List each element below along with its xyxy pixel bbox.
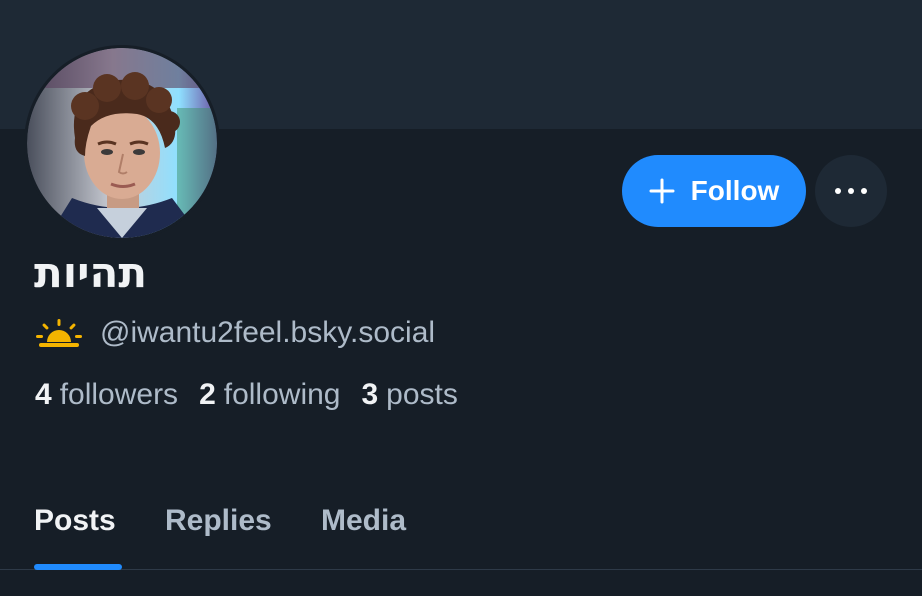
profile-stats: 4 followers 2 following 3 posts (35, 378, 458, 412)
profile-handle[interactable]: @iwantu2feel.bsky.social (100, 316, 435, 350)
profile-tabs: Posts Replies Media (0, 490, 922, 570)
following-count: 2 (199, 378, 216, 411)
more-options-button[interactable] (815, 155, 887, 227)
posts-label: posts (386, 378, 458, 411)
following-label: following (223, 378, 341, 411)
sunrise-icon (36, 319, 82, 347)
plus-icon (649, 178, 675, 204)
active-tab-indicator (34, 564, 122, 570)
ellipsis-icon (835, 188, 867, 194)
handle-row: @iwantu2feel.bsky.social (36, 316, 435, 350)
followers-count: 4 (35, 378, 52, 411)
following-stat[interactable]: 2 following (199, 378, 340, 412)
profile-page: Follow תהיות @iwantu2feel.bsky.social 4f… (0, 0, 922, 596)
followers-stat[interactable]: 4 followers (35, 378, 178, 412)
follow-button[interactable]: Follow (622, 155, 806, 227)
avatar-photo (27, 48, 217, 238)
avatar[interactable] (24, 45, 220, 241)
follow-button-label: Follow (690, 175, 780, 206)
posts-stat: 3 posts (361, 378, 457, 412)
tab-replies[interactable]: Replies (165, 504, 272, 538)
followers-label: followers (59, 378, 179, 411)
tab-media[interactable]: Media (321, 504, 406, 538)
display-name: תהיות (34, 248, 148, 297)
posts-count: 3 (361, 378, 379, 411)
tab-posts[interactable]: Posts (34, 504, 116, 538)
